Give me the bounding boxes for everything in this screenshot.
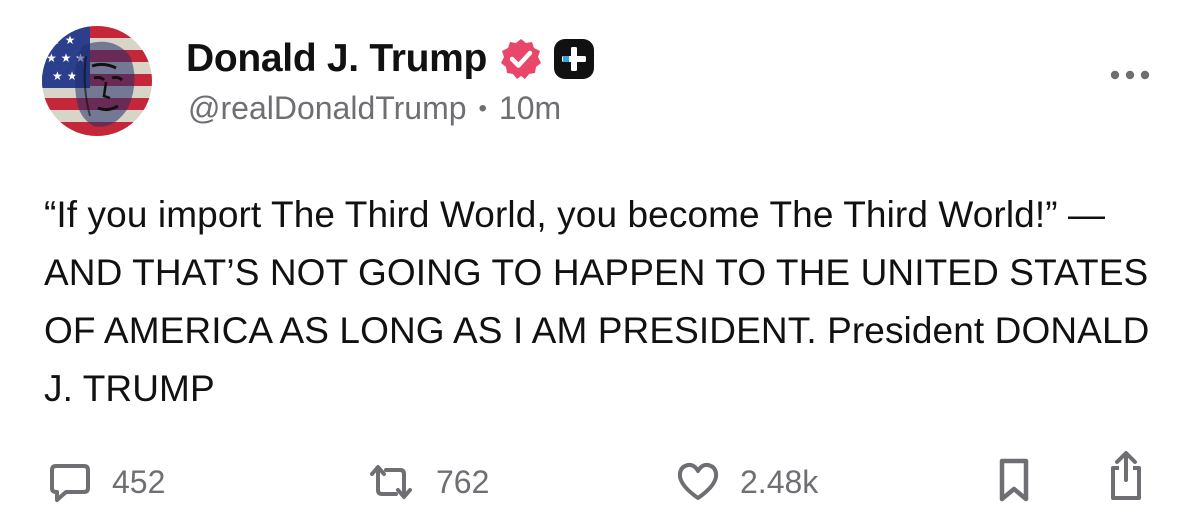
author-meta-row: @realDonaldTrump • 10m [188, 90, 561, 127]
bookmark-button[interactable] [994, 458, 1034, 502]
post-card: ★ ★ ★ ★ ★ ★ ★ Donald J. Trump @realDonal… [0, 0, 1200, 522]
post-body-text: “If you import The Third World, you beco… [44, 194, 1150, 409]
heart-icon [677, 462, 719, 500]
like-count: 2.48k [740, 463, 819, 500]
meta-separator: • [478, 94, 487, 122]
share-button[interactable] [1106, 451, 1146, 500]
post-timestamp: 10m [498, 90, 562, 126]
like-button[interactable]: 2.48k [676, 460, 818, 504]
flag-portrait-avatar: ★ ★ ★ ★ ★ ★ ★ [42, 26, 152, 136]
post-action-bar: 452 762 2.48k [0, 451, 1200, 512]
bookmark-icon [999, 458, 1029, 502]
more-options-icon[interactable] [1108, 64, 1152, 86]
repost-arrows-icon [370, 465, 412, 499]
speech-bubble-icon [50, 464, 90, 502]
repost-button[interactable]: 762 [366, 460, 489, 504]
svg-text:★ ★: ★ ★ [50, 33, 75, 47]
share-icon [1111, 451, 1141, 500]
author-avatar[interactable]: ★ ★ ★ ★ ★ ★ ★ [42, 26, 152, 136]
reply-count: 452 [112, 463, 166, 500]
author-handle[interactable]: @realDonaldTrump [188, 90, 467, 127]
author-display-name[interactable]: Donald J. Trump [186, 37, 487, 81]
reply-button[interactable]: 452 [48, 460, 165, 504]
verified-badge-icon [501, 39, 542, 79]
author-name-row: Donald J. Trump [186, 34, 595, 84]
plus-badge-icon [554, 39, 595, 79]
repost-count: 762 [436, 463, 490, 500]
svg-text:★ ★: ★ ★ [52, 69, 77, 83]
